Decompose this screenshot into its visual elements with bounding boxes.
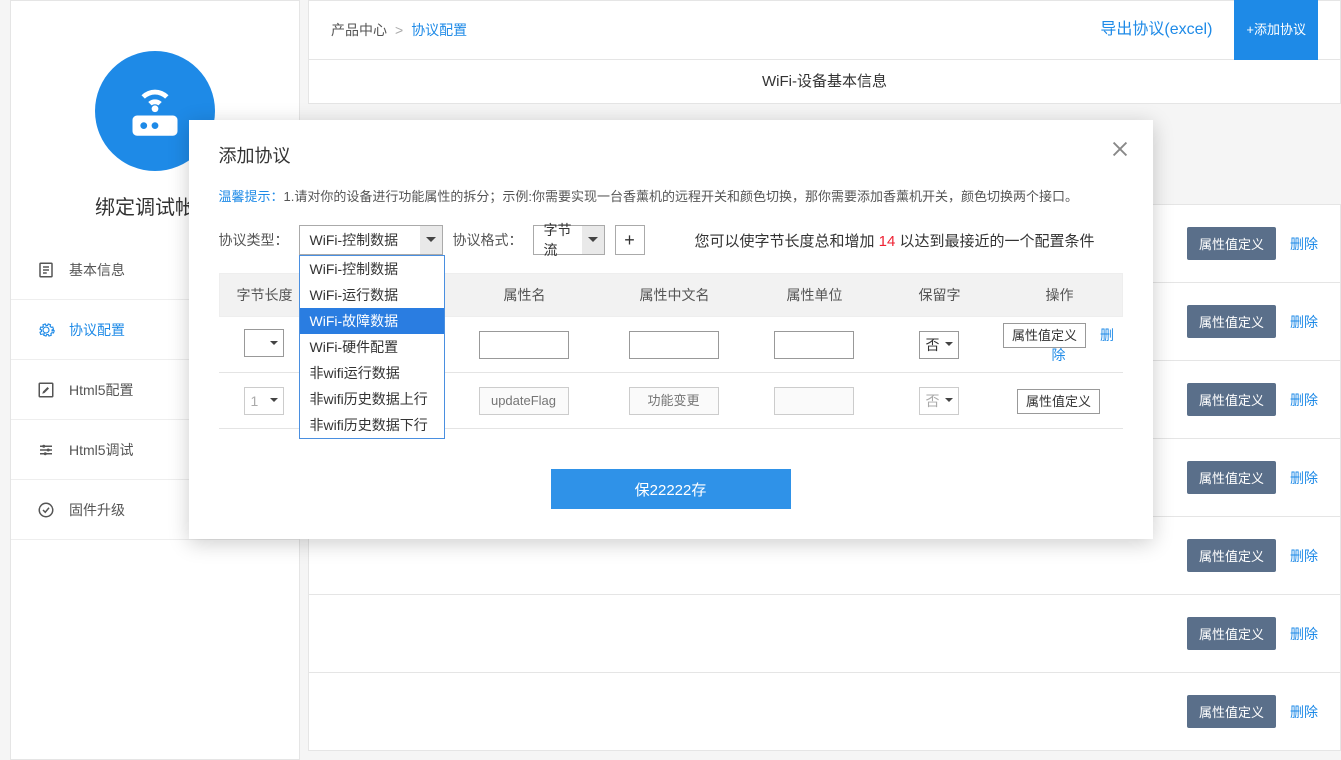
attr-value-define-button[interactable]: 属性值定义 [1187, 461, 1276, 494]
dropdown-option[interactable]: 非wifi运行数据 [300, 360, 444, 386]
dropdown-option[interactable]: WiFi-控制数据 [300, 256, 444, 282]
modal-title: 添加协议 [219, 142, 1123, 168]
save-button[interactable]: 保22222存 [551, 469, 791, 509]
select-value: 1 [251, 393, 259, 409]
delete-link[interactable]: 删除 [1290, 468, 1318, 488]
info-prefix: 您可以使字节长度总和增加 [695, 233, 879, 250]
menu-label: 协议配置 [69, 320, 125, 340]
add-protocol-modal: 添加协议 温馨提示：1.请对你的设备进行功能属性的拆分；示例:你需要实现一台香薰… [189, 120, 1153, 539]
attr-cn-input[interactable] [629, 331, 719, 359]
byte-length-select[interactable]: 1 [244, 387, 284, 415]
info-suffix: 以达到最接近的一个配置条件 [895, 233, 1094, 250]
table-header-cell: 保留字 [880, 285, 1000, 305]
attr-value-define-button[interactable]: 属性值定义 [1187, 695, 1276, 728]
attr-value-define-button[interactable]: 属性值定义 [1187, 539, 1276, 572]
attr-unit-input[interactable] [774, 387, 854, 415]
gear-icon [37, 321, 55, 339]
attr-value-define-button[interactable]: 属性值定义 [1003, 323, 1086, 348]
attr-unit-input[interactable] [774, 331, 854, 359]
panel-title: WiFi-设备基本信息 [308, 60, 1341, 104]
byte-length-info: 您可以使字节长度总和增加 14 以达到最接近的一个配置条件 [695, 230, 1095, 251]
attr-value-define-button[interactable]: 属性值定义 [1187, 617, 1276, 650]
delete-link[interactable]: 删除 [1290, 624, 1318, 644]
table-row: 属性值定义删除 [308, 673, 1341, 751]
edit-icon [37, 381, 55, 399]
delete-link[interactable]: 删除 [1290, 546, 1318, 566]
dropdown-option[interactable]: 非wifi历史数据下行 [300, 412, 444, 438]
select-value: 否 [926, 335, 940, 355]
hint-body: 1.请对你的设备进行功能属性的拆分；示例:你需要实现一台香薰机的远程开关和颜色切… [284, 189, 1078, 204]
menu-label: Html5配置 [69, 380, 134, 400]
attr-value-define-button[interactable]: 属性值定义 [1187, 383, 1276, 416]
dropdown-option[interactable]: 非wifi历史数据上行 [300, 386, 444, 412]
add-protocol-button[interactable]: +添加协议 [1234, 0, 1318, 66]
table-header-cell: 操作 [1000, 285, 1120, 305]
info-number: 14 [879, 233, 896, 250]
format-label: 协议格式： [453, 230, 523, 250]
byte-length-select[interactable] [244, 329, 284, 357]
dropdown-option[interactable]: WiFi-运行数据 [300, 282, 444, 308]
dropdown-option[interactable]: WiFi-硬件配置 [300, 334, 444, 360]
chevron-down-icon [420, 226, 442, 254]
delete-link[interactable]: 删除 [1290, 312, 1318, 332]
router-icon [119, 75, 191, 147]
table-header-cell: 属性单位 [750, 285, 880, 305]
attr-value-define-button[interactable]: 属性值定义 [1187, 305, 1276, 338]
menu-label: 固件升级 [69, 500, 125, 520]
sliders-icon [37, 441, 55, 459]
hint-label: 温馨提示： [219, 189, 284, 204]
breadcrumb-bar: 产品中心 > 协议配置 导出协议(excel) +添加协议 [308, 0, 1341, 60]
attr-name-input[interactable] [479, 387, 569, 415]
attr-name-input[interactable] [479, 331, 569, 359]
export-protocol-link[interactable]: 导出协议(excel) [1100, 0, 1212, 60]
close-icon [1109, 138, 1131, 160]
select-value: 字节流 [544, 220, 578, 260]
menu-label: Html5调试 [69, 440, 134, 460]
modal-close-button[interactable] [1109, 138, 1131, 163]
protocol-type-dropdown: WiFi-控制数据WiFi-运行数据WiFi-故障数据WiFi-硬件配置非wif… [299, 255, 445, 439]
delete-link[interactable]: 删除 [1290, 234, 1318, 254]
dropdown-option[interactable]: WiFi-故障数据 [300, 308, 444, 334]
menu-label: 基本信息 [69, 260, 125, 280]
attr-value-define-button[interactable]: 属性值定义 [1187, 227, 1276, 260]
attr-cn-input[interactable] [629, 387, 719, 415]
modal-hint: 温馨提示：1.请对你的设备进行功能属性的拆分；示例:你需要实现一台香薰机的远程开… [219, 186, 1123, 205]
update-icon [37, 501, 55, 519]
table-header-cell: 字节长度 [220, 285, 310, 305]
table-header-cell: 属性中文名 [600, 285, 750, 305]
breadcrumb-current: 协议配置 [411, 0, 467, 60]
type-label: 协议类型： [219, 230, 289, 250]
select-value: 否 [926, 391, 940, 411]
chevron-down-icon [582, 226, 604, 254]
breadcrumb-root[interactable]: 产品中心 [331, 0, 387, 60]
table-row: 属性值定义删除 [308, 595, 1341, 673]
reserved-select[interactable]: 否 [919, 387, 959, 415]
add-row-button[interactable]: + [615, 225, 645, 255]
table-header-cell: 属性名 [450, 285, 600, 305]
breadcrumb-sep: > [395, 0, 403, 60]
reserved-select[interactable]: 否 [919, 331, 959, 359]
delete-link[interactable]: 删除 [1290, 390, 1318, 410]
attr-value-define-button[interactable]: 属性值定义 [1017, 389, 1100, 414]
protocol-type-select[interactable]: WiFi-控制数据 WiFi-控制数据WiFi-运行数据WiFi-故障数据WiF… [299, 225, 443, 255]
select-value: WiFi-控制数据 [310, 230, 399, 250]
config-line: 协议类型： WiFi-控制数据 WiFi-控制数据WiFi-运行数据WiFi-故… [219, 225, 1123, 255]
delete-link[interactable]: 删除 [1290, 702, 1318, 722]
doc-icon [37, 261, 55, 279]
protocol-format-select[interactable]: 字节流 [533, 225, 605, 255]
